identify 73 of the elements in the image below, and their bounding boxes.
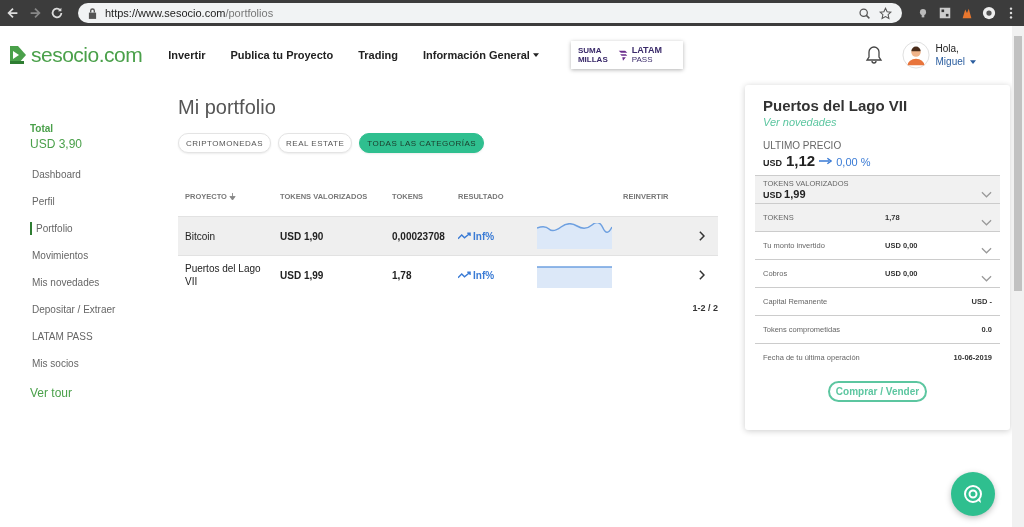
price-change: 0,00 % <box>836 156 871 168</box>
sidebar-item[interactable]: Movimientos <box>30 249 89 276</box>
chevron-down-icon <box>981 219 992 226</box>
fox-icon[interactable] <box>960 6 974 20</box>
page-title: Mi portfolio <box>178 96 277 119</box>
promo-text: MILLAS <box>577 55 608 64</box>
result-value: Inf% <box>473 230 495 242</box>
chevron-right-icon[interactable] <box>698 231 705 241</box>
filter-chip[interactable]: REAL ESTATE <box>278 133 353 153</box>
promo-banner[interactable]: SUMA MILLAS LATAM PASS <box>570 41 683 69</box>
url-path: /portfolios <box>225 7 274 19</box>
table-row[interactable]: Bitcoin USD 1,90 0,00023708 Inf% <box>178 216 718 255</box>
project-name: Puertos del Lago VII <box>185 262 262 288</box>
total-label: Total <box>30 123 54 134</box>
chevron-down-icon <box>981 247 992 254</box>
filter-chip[interactable]: TODAS LAS CATEGORÍAS <box>359 133 485 153</box>
reload-icon[interactable] <box>50 6 64 20</box>
chevron-down-icon <box>981 275 992 282</box>
table-cell-text: 1,78 <box>392 269 413 281</box>
scrollbar-thumb[interactable] <box>1014 36 1022 291</box>
table-cell-text: USD 1,90 <box>280 230 325 242</box>
card-title: Puertos del Lago VII <box>763 97 909 114</box>
user-menu[interactable]: Miguel <box>935 55 976 68</box>
chevron-right-icon[interactable] <box>698 270 705 280</box>
lock-icon <box>88 7 97 19</box>
back-icon[interactable] <box>6 6 20 20</box>
table-cell-text: 0,00023708 <box>392 230 446 242</box>
profile-icon[interactable] <box>982 6 996 20</box>
chat-icon <box>963 484 983 504</box>
filter-chip[interactable]: CRIPTOMONEDAS <box>178 133 272 153</box>
sidebar-item[interactable]: LATAM PASS <box>30 330 93 357</box>
result-value: Inf% <box>473 269 495 281</box>
sidebar-item[interactable]: Portfolio <box>30 222 73 235</box>
trend-up-icon <box>458 232 471 240</box>
avatar-icon[interactable] <box>901 41 930 69</box>
nav-link[interactable]: Invertir <box>168 49 206 61</box>
sidebar-item[interactable]: Dashboard <box>30 168 81 195</box>
price-label: ULTIMO PRECIO <box>763 140 843 151</box>
forward-icon[interactable] <box>28 6 42 20</box>
nav-link[interactable]: Trading <box>358 49 398 61</box>
promo-brand: LATAM <box>631 46 662 55</box>
table-cell-text: USD 1,99 <box>280 269 325 281</box>
project-name: Bitcoin <box>185 229 216 243</box>
bell-icon[interactable] <box>863 45 884 65</box>
qr-code-icon[interactable] <box>938 6 952 20</box>
total-value: USD 3,90 <box>30 137 83 151</box>
logo-icon <box>617 49 628 61</box>
arrow-right-icon <box>819 156 833 165</box>
currency-label: USD <box>763 158 782 168</box>
sidebar-item[interactable]: Mis novedades <box>30 276 100 303</box>
row-value: 1,99 <box>784 188 806 200</box>
logo-icon <box>8 45 28 65</box>
url-host: https://www.sesocio.com <box>105 7 226 19</box>
currency-label: USD <box>763 190 782 200</box>
trend-up-icon <box>458 271 471 279</box>
zoom-icon[interactable] <box>858 6 871 20</box>
greeting: Hola, <box>935 42 960 55</box>
promo-text: SUMA <box>577 46 603 55</box>
chevron-down-icon <box>981 191 992 198</box>
sort-arrow-icon <box>228 192 236 200</box>
promo-brand-sub: PASS <box>631 55 654 64</box>
sidebar-item[interactable]: Depositar / Extraer <box>30 303 116 330</box>
address-bar[interactable]: https://www.sesocio.com/portfolios <box>78 3 902 23</box>
sidebar-item[interactable]: Perfil <box>30 195 55 222</box>
scrollbar[interactable] <box>1012 26 1024 527</box>
pagination: 1-2 / 2 <box>691 303 718 313</box>
caret-icon <box>970 59 976 64</box>
nav-link[interactable]: Información General <box>422 49 539 61</box>
caret-icon <box>532 53 539 57</box>
nav-link[interactable]: Publica tu Proyecto <box>230 49 334 61</box>
sidebar-item[interactable]: Mis socios <box>30 357 79 384</box>
star-icon[interactable] <box>879 6 892 20</box>
price-value: 1,12 <box>786 152 816 169</box>
